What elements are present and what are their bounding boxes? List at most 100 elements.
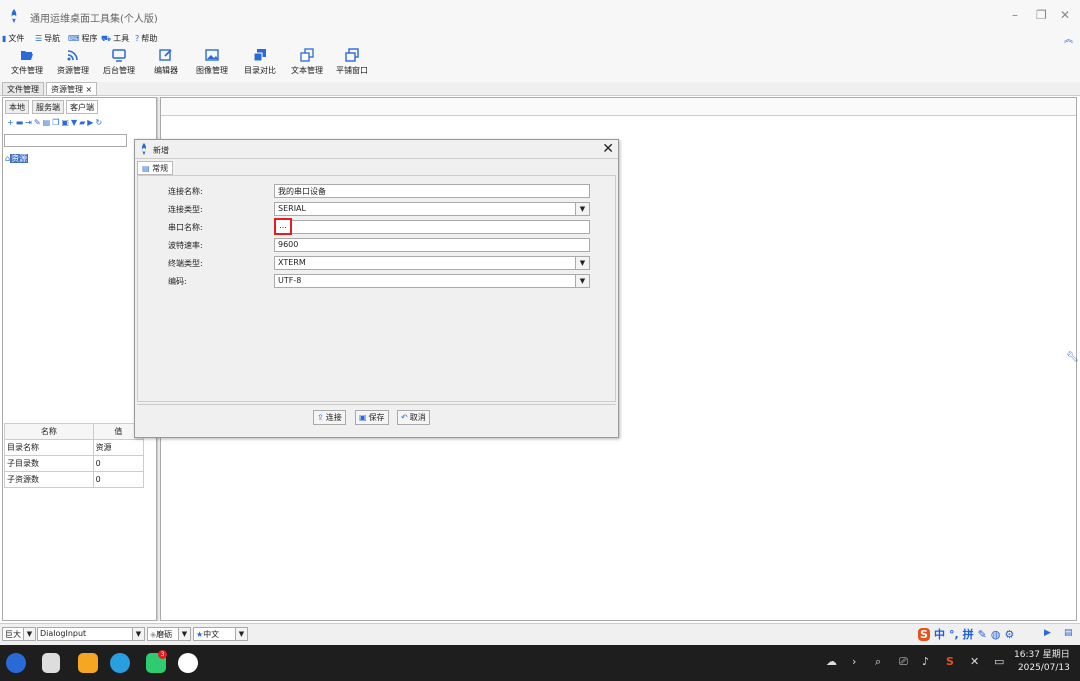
connection-name-field[interactable]: 我的串口设备 <box>274 184 590 198</box>
toolbar-backend-manager-button[interactable]: 后台管理 <box>101 48 137 76</box>
chevron-down-icon[interactable]: ▼ <box>575 203 589 215</box>
edit-icon <box>159 49 172 61</box>
table-row: 目录名称 资源 <box>4 439 145 456</box>
tab-resource-manager[interactable]: 资源管理 × <box>46 82 98 96</box>
close-icon[interactable]: ✕ <box>602 141 614 157</box>
multitask-icon[interactable] <box>42 653 60 673</box>
ime-toolbar[interactable]: S 中 °, 拼 ✎ ◍ ⚙ <box>918 625 1040 643</box>
image-icon <box>205 49 219 61</box>
monitor-icon <box>112 49 126 62</box>
screen-share-icon[interactable]: ⎚ <box>899 655 908 669</box>
menu-program[interactable]: ⌨ 程序 <box>68 33 98 44</box>
menu-file[interactable]: ▮ 文件 <box>2 33 24 44</box>
close-window-button[interactable]: ✕ <box>1060 8 1070 22</box>
copy-icon <box>253 49 266 62</box>
help-icon: ? <box>135 34 140 43</box>
restore-button[interactable]: ❐ <box>1036 8 1047 22</box>
toolbar-file-manager-button[interactable]: 文件管理 <box>8 48 46 76</box>
table-row: 子资源数 0 <box>4 471 145 488</box>
chevron-down-icon[interactable]: ▼ <box>178 628 190 640</box>
theme-select[interactable]: ◈磨砺 ▼ <box>147 627 191 641</box>
tab-file-manager[interactable]: 文件管理 <box>2 82 44 96</box>
punctuation-icon: °, <box>948 627 959 641</box>
pen-icon: ✎ <box>977 627 987 641</box>
search-icon[interactable]: ⌕ <box>875 655 881 669</box>
sogou-tray-icon[interactable]: S <box>946 655 954 668</box>
list-icon: ▤ <box>142 164 150 173</box>
file-icon: ▮ <box>2 34 7 43</box>
windows-icon <box>345 48 359 62</box>
import-icon[interactable]: ⇥ <box>25 118 34 127</box>
menu-help[interactable]: ? 帮助 <box>135 33 157 44</box>
property-table: 名称值 目录名称 资源 子目录数 0 子资源数 0 <box>4 423 145 488</box>
label-baud-rate: 波特速率: <box>168 241 203 250</box>
message-icon[interactable]: ▭ <box>994 655 1004 668</box>
delete-icon[interactable]: ▤ <box>43 118 53 127</box>
file-manager-app-icon[interactable] <box>78 653 98 673</box>
bluetooth-icon[interactable]: ✕ <box>970 655 979 668</box>
toolbar-dir-compare-button[interactable]: 目录对比 <box>242 48 278 76</box>
font-size-select[interactable]: 巨大 ▼ <box>2 627 36 641</box>
tab-client[interactable]: 客户端 <box>66 100 98 114</box>
clock[interactable]: 16:37 星期日 2025/07/13 <box>1014 649 1070 675</box>
chevron-right-icon[interactable]: › <box>852 655 856 668</box>
paste-icon[interactable]: ▣ <box>61 118 71 127</box>
clock-date: 2025/07/13 <box>1017 663 1070 673</box>
folder-open-icon <box>21 51 33 60</box>
menu-navigate[interactable]: ☰ 导航 <box>35 33 60 44</box>
chevron-down-icon[interactable]: ▼ <box>575 275 589 287</box>
add-icon[interactable]: + <box>7 118 16 127</box>
toolbar-resource-manager-button[interactable]: 资源管理 <box>55 48 91 76</box>
chevron-down-icon[interactable]: ▼ <box>235 628 247 640</box>
launcher-icon[interactable] <box>6 653 26 673</box>
minimize-button[interactable]: – <box>1012 8 1018 22</box>
terminal-type-select[interactable]: XTERM ▼ <box>274 256 590 270</box>
title-bar: 通用运维桌面工具集(个人版) – ❐ ✕ <box>0 0 1080 32</box>
label-encoding: 编码: <box>168 277 187 286</box>
new-connection-dialog: 新增 ✕ ▤ 常规 连接名称: 我的串口设备 连接类型: SERIAL ▼ 串口名… <box>134 139 619 438</box>
toolbar-editor-button[interactable]: 编辑器 <box>151 48 181 76</box>
dialog-title-bar: 新增 ✕ <box>135 140 618 159</box>
volume-icon[interactable]: ♪ <box>922 655 929 668</box>
baud-rate-field[interactable]: 9600 <box>274 238 590 252</box>
save-icon: ▣ <box>359 413 367 422</box>
cloud-icon[interactable]: ☁ <box>826 655 837 668</box>
refresh-icon[interactable]: ↻ <box>95 118 104 127</box>
connect-button[interactable]: ⇪ 连接 <box>313 410 346 425</box>
browse-serial-port-button[interactable]: ... <box>274 218 292 235</box>
language-select[interactable]: ★中文 ▼ <box>193 627 248 641</box>
main-tab-strip <box>161 98 1076 116</box>
trash-icon[interactable]: ▤ <box>1064 628 1073 638</box>
collapse-icon[interactable]: ︽ <box>1064 32 1073 45</box>
font-name-select[interactable]: DialogInput ▼ <box>37 627 145 641</box>
tree-search-input[interactable] <box>4 134 127 147</box>
save-button[interactable]: ▣ 保存 <box>355 410 389 425</box>
tab-general[interactable]: ▤ 常规 <box>137 161 174 175</box>
browser-app-icon[interactable] <box>110 653 130 673</box>
ops-tool-app-icon[interactable] <box>178 653 198 673</box>
menu-tools[interactable]: ⛟ 工具 <box>101 33 129 44</box>
tab-server[interactable]: 服务端 <box>32 100 64 114</box>
tree-item-resources[interactable]: ⌂资源 <box>5 153 29 164</box>
wrench-icon[interactable]: 🔧︎ <box>1066 352 1079 363</box>
car-icon: ⛟ <box>101 33 112 43</box>
connection-type-select[interactable]: SERIAL ▼ <box>274 202 590 216</box>
toolbar-tile-windows-button[interactable]: 平铺窗口 <box>334 48 370 76</box>
serial-port-field[interactable] <box>274 220 590 234</box>
label-terminal-type: 终端类型: <box>168 259 203 268</box>
edit-icon[interactable]: ✎ <box>34 118 43 127</box>
chevron-down-icon[interactable]: ▼ <box>23 628 35 640</box>
table-row: 子目录数 0 <box>4 455 145 472</box>
play-icon[interactable]: ▶ <box>1044 628 1051 638</box>
cancel-button[interactable]: ↶ 取消 <box>397 410 430 425</box>
tab-local[interactable]: 本地 <box>5 100 29 114</box>
chevron-down-icon[interactable]: ▼ <box>575 257 589 269</box>
chevron-down-icon[interactable]: ▼ <box>132 628 144 640</box>
encoding-select[interactable]: UTF-8 ▼ <box>274 274 590 288</box>
dialog-body: 连接名称: 我的串口设备 连接类型: SERIAL ▼ 串口名称: ... 波特速… <box>137 175 616 402</box>
app-logo-icon <box>11 9 17 23</box>
toolbar-image-manager-button[interactable]: 图像管理 <box>194 48 230 76</box>
new-folder-icon[interactable]: ▬ <box>16 118 26 127</box>
save-icon[interactable]: ▼ <box>71 118 79 127</box>
toolbar-text-manager-button[interactable]: 文本管理 <box>289 48 325 76</box>
